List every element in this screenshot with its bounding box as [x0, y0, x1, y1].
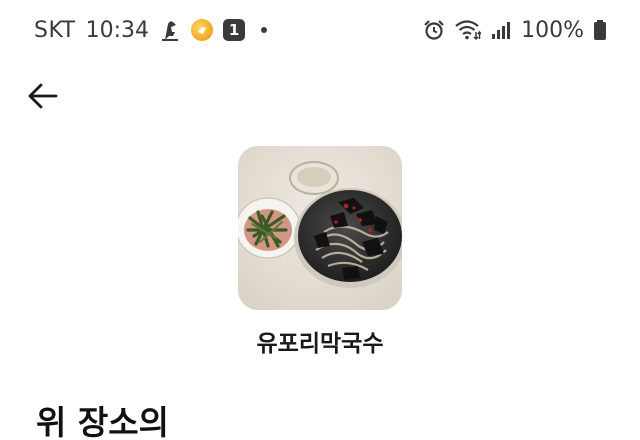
notification-count-badge: 1: [223, 19, 246, 41]
more-notifications-dot-icon: [261, 27, 268, 33]
screen: SKT 10:34 1 100% 유포리막국수 위 장소의: [0, 0, 640, 440]
status-right: 100%: [423, 18, 606, 43]
battery-icon: [594, 20, 606, 40]
place-thumbnail-image[interactable]: [238, 146, 402, 310]
section-heading: 위 장소의: [36, 403, 169, 440]
app-notification-icon: [159, 18, 181, 42]
carrier-label: SKT: [34, 17, 76, 43]
back-button[interactable]: [22, 78, 62, 114]
coin-notification-icon: [191, 19, 214, 41]
status-left: SKT 10:34 1: [34, 17, 268, 43]
status-bar: SKT 10:34 1 100%: [0, 0, 640, 60]
wifi-icon: [455, 19, 482, 41]
alarm-icon: [423, 19, 445, 41]
battery-percent: 100%: [521, 17, 584, 43]
clock: 10:34: [85, 17, 150, 43]
signal-icon: [491, 20, 511, 40]
arrow-left-icon: [28, 83, 58, 109]
place-name: 유포리막국수: [256, 331, 384, 357]
